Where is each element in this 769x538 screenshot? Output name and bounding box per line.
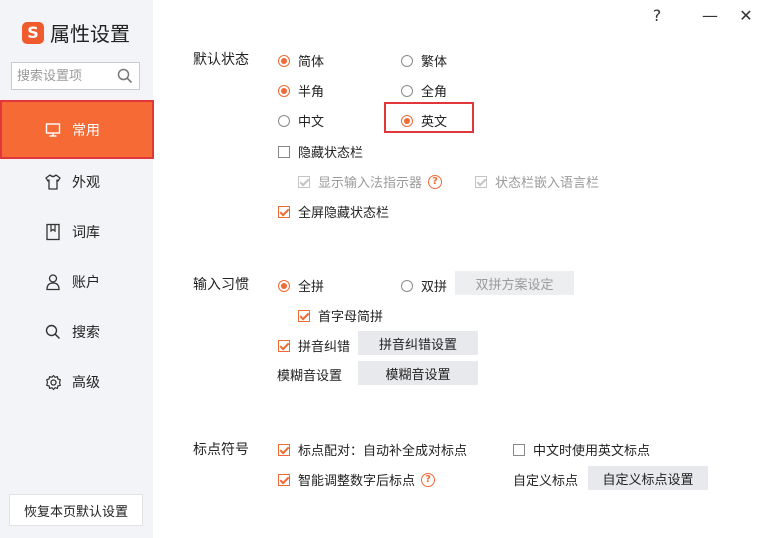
sidebar-item-label: 账户 — [72, 275, 100, 291]
checkbox-initial-letter-pinyin[interactable]: 首字母简拼 — [298, 306, 383, 325]
radio-simplified[interactable]: 简体 — [278, 51, 324, 70]
checkbox-label: 标点配对：自动补全成对标点 — [298, 444, 468, 459]
fuzzy-sound-settings-button[interactable]: 模糊音设置 — [358, 361, 478, 385]
checkbox — [475, 175, 487, 188]
checkbox-auto-pair-punctuation[interactable]: 标点配对：自动补全成对标点 — [278, 440, 467, 459]
checkbox-label: 隐藏状态栏 — [298, 146, 364, 161]
section-title-default-state: 默认状态 — [193, 52, 249, 68]
checkbox-label: 显示输入法指示器 — [318, 176, 423, 191]
checkbox[interactable] — [278, 339, 290, 352]
checkbox-smart-number-punct[interactable]: 智能调整数字后标点 ? — [278, 470, 436, 489]
radio-button[interactable] — [401, 54, 413, 67]
checkbox-label: 拼音纠错 — [298, 340, 351, 355]
sidebar-item-dictionary[interactable]: 词库 — [0, 207, 153, 257]
checkbox[interactable] — [298, 309, 310, 322]
sidebar-item-label: 外观 — [72, 175, 100, 191]
search-box[interactable] — [11, 62, 140, 90]
search-icon[interactable] — [117, 68, 133, 84]
radio-double-pinyin[interactable]: 双拼 — [401, 276, 447, 295]
checkbox[interactable] — [278, 443, 290, 456]
checkbox[interactable] — [278, 473, 290, 486]
radio-full-width[interactable]: 全角 — [401, 81, 447, 100]
radio-label: 英文 — [421, 115, 448, 130]
radio-label: 中文 — [298, 115, 325, 130]
radio-button[interactable] — [278, 54, 290, 67]
gear-icon — [44, 373, 62, 391]
sidebar-item-advanced[interactable]: 高级 — [0, 357, 153, 407]
radio-button[interactable] — [401, 114, 413, 127]
section-title-input-habit: 输入习惯 — [193, 277, 249, 293]
checkbox-english-punct-in-chinese[interactable]: 中文时使用英文标点 — [513, 440, 650, 459]
settings-panel: 默认状态 简体 繁体 半角 全角 中文 英文 隐藏状态栏 显示输入法指示器 ? … — [153, 0, 769, 538]
checkbox-label: 首字母简拼 — [318, 310, 384, 325]
checkbox-fullscreen-hide-status-bar[interactable]: 全屏隐藏状态栏 — [278, 202, 389, 221]
radio-label: 繁体 — [421, 55, 448, 70]
sidebar-item-label: 常用 — [72, 122, 100, 139]
checkbox-label: 全屏隐藏状态栏 — [298, 206, 390, 221]
checkbox-hide-status-bar[interactable]: 隐藏状态栏 — [278, 142, 363, 161]
radio-label: 半角 — [298, 85, 325, 100]
sidebar-item-appearance[interactable]: 外观 — [0, 157, 153, 207]
shirt-icon — [44, 173, 62, 191]
sidebar: S 属性设置 常用 外观 — [0, 0, 154, 538]
sogou-logo-icon: S — [22, 21, 44, 44]
checkbox-status-bar-in-langbar: 状态栏嵌入语言栏 — [475, 172, 599, 191]
sidebar-item-label: 高级 — [72, 375, 100, 391]
search-input[interactable] — [12, 63, 117, 89]
checkbox-pinyin-correction[interactable]: 拼音纠错 — [278, 336, 350, 355]
radio-label: 简体 — [298, 55, 325, 70]
monitor-icon — [44, 121, 62, 139]
help-icon[interactable]: ? — [421, 472, 436, 487]
radio-button[interactable] — [278, 84, 290, 97]
section-title-punctuation: 标点符号 — [193, 442, 249, 458]
book-icon — [44, 223, 62, 241]
radio-label: 双拼 — [421, 280, 448, 295]
double-pinyin-scheme-button[interactable]: 双拼方案设定 — [455, 271, 574, 295]
checkbox-label: 智能调整数字后标点 — [298, 474, 416, 489]
checkbox[interactable] — [513, 443, 525, 456]
radio-button[interactable] — [401, 279, 413, 292]
radio-label: 全角 — [421, 85, 448, 100]
radio-traditional[interactable]: 繁体 — [401, 51, 447, 70]
radio-button[interactable] — [401, 84, 413, 97]
sidebar-item-general[interactable]: 常用 — [0, 100, 154, 159]
custom-punct-label: 自定义标点 — [513, 474, 579, 489]
checkbox — [298, 175, 310, 188]
pinyin-correction-settings-button[interactable]: 拼音纠错设置 — [358, 331, 478, 355]
radio-chinese[interactable]: 中文 — [278, 111, 324, 130]
sidebar-item-label: 搜索 — [72, 325, 100, 341]
fuzzy-sound-label: 模糊音设置 — [277, 369, 343, 384]
app-title: 属性设置 — [50, 22, 130, 46]
checkbox-label: 状态栏嵌入语言栏 — [495, 176, 600, 191]
radio-label: 全拼 — [298, 280, 325, 295]
checkbox-label: 中文时使用英文标点 — [533, 444, 651, 459]
sidebar-item-label: 词库 — [72, 225, 100, 241]
checkbox[interactable] — [278, 145, 290, 158]
radio-half-width[interactable]: 半角 — [278, 81, 324, 100]
search-icon — [44, 323, 62, 341]
user-icon — [44, 273, 62, 291]
help-icon[interactable]: ? — [428, 174, 443, 189]
radio-button[interactable] — [278, 279, 290, 292]
settings-window: S 属性设置 常用 外观 — [0, 0, 769, 538]
checkbox-show-ime-indicator: 显示输入法指示器 ? — [298, 172, 443, 191]
custom-punct-settings-button[interactable]: 自定义标点设置 — [588, 466, 708, 490]
app-brand: S 属性设置 — [22, 18, 130, 47]
radio-full-pinyin[interactable]: 全拼 — [278, 276, 324, 295]
checkbox[interactable] — [278, 205, 290, 218]
sidebar-nav: 常用 外观 词库 账户 搜索 高级 — [0, 100, 154, 407]
radio-english[interactable]: 英文 — [401, 111, 447, 130]
restore-defaults-button[interactable]: 恢复本页默认设置 — [9, 494, 143, 526]
radio-button[interactable] — [278, 114, 290, 127]
sidebar-item-account[interactable]: 账户 — [0, 257, 153, 307]
sidebar-item-search[interactable]: 搜索 — [0, 307, 153, 357]
